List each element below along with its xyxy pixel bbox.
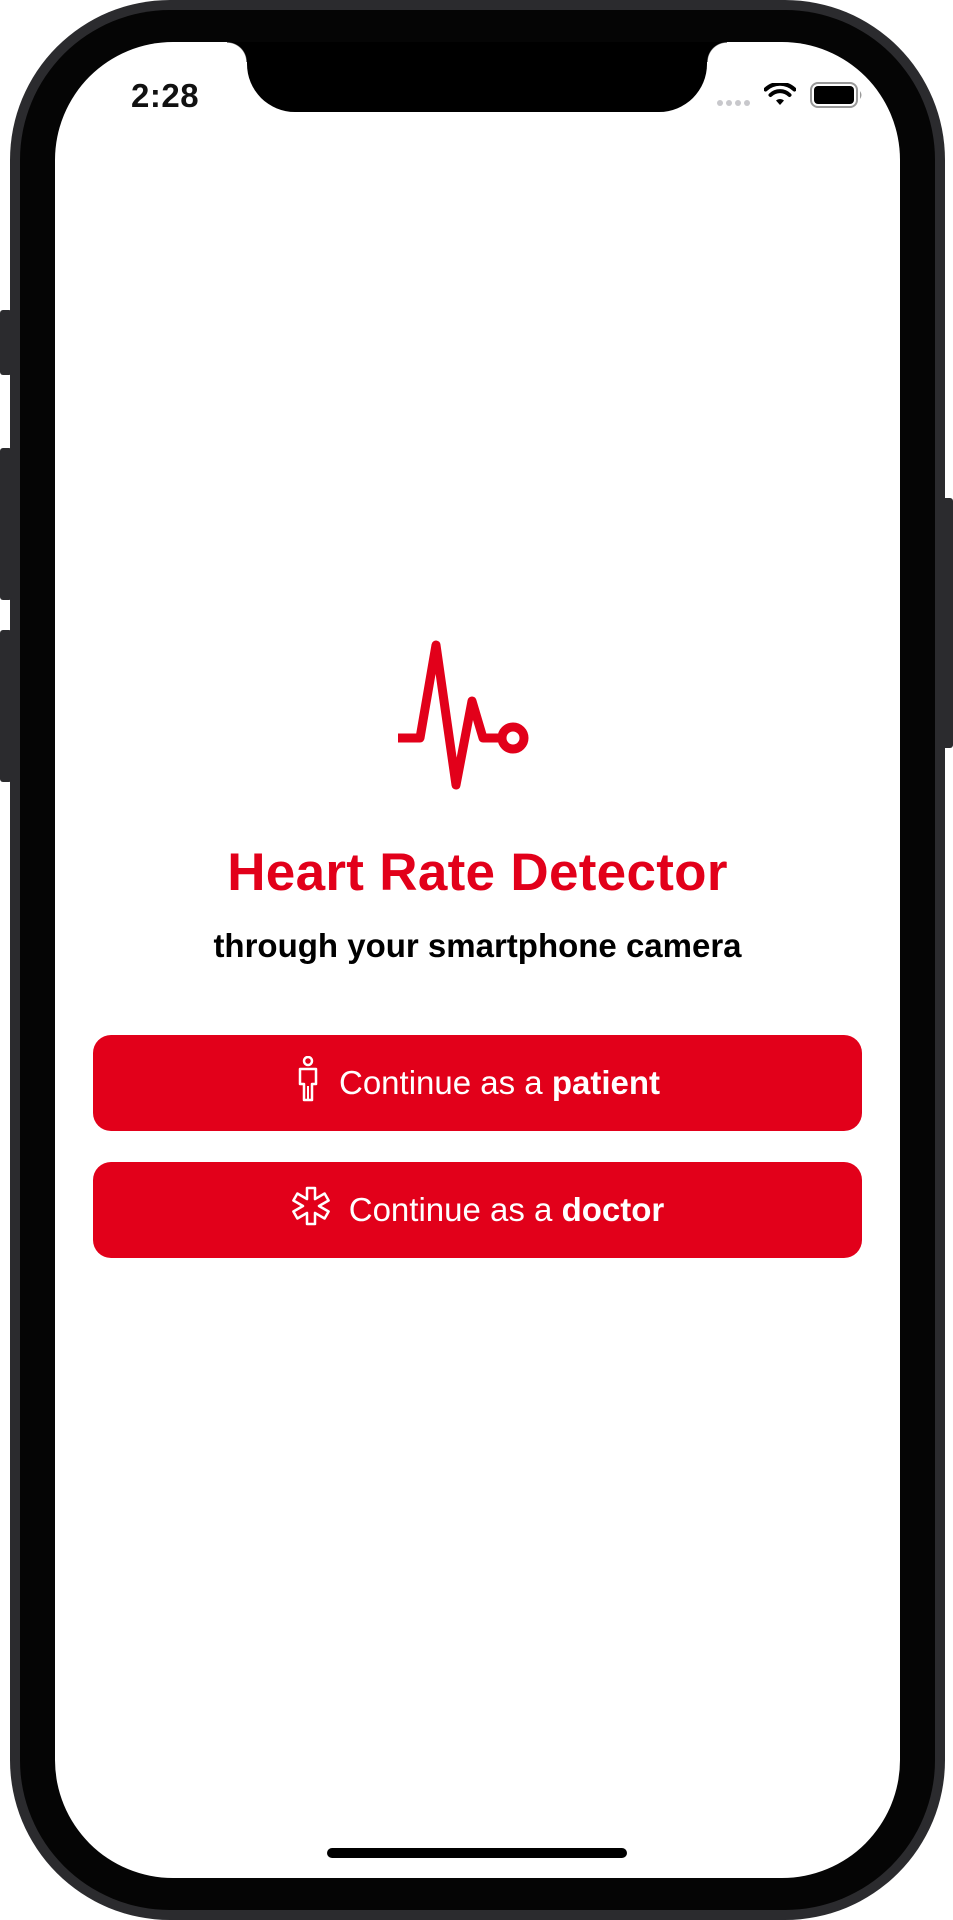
battery-icon — [810, 82, 864, 108]
patient-button-prefix: Continue as a — [339, 1064, 552, 1101]
phone-device: 2:28 Heart Rate Detector through your sm… — [0, 0, 953, 1920]
cellular-signal-icon — [717, 84, 750, 106]
app-screen: 2:28 Heart Rate Detector through your sm… — [55, 42, 900, 1878]
notch — [227, 42, 727, 112]
doctor-button-prefix: Continue as a — [348, 1191, 562, 1228]
continue-as-doctor-button[interactable]: Continue as a doctor — [93, 1162, 862, 1258]
doctor-button-label: Continue as a doctor — [349, 1191, 664, 1229]
home-indicator[interactable] — [327, 1848, 627, 1858]
doctor-button-emphasis: doctor — [561, 1191, 665, 1228]
heart-rate-pulse-icon — [393, 595, 558, 795]
status-icons — [717, 82, 864, 108]
volume-down-button — [0, 630, 12, 782]
volume-up-button — [0, 448, 12, 600]
status-time: 2:28 — [131, 77, 200, 114]
mute-switch — [0, 310, 12, 375]
wifi-icon — [764, 83, 796, 107]
power-button — [941, 498, 953, 748]
patient-button-label: Continue as a patient — [339, 1064, 660, 1102]
medical-star-icon — [291, 1186, 331, 1234]
patient-button-emphasis: patient — [551, 1064, 660, 1101]
app-title: Heart Rate Detector — [227, 843, 728, 902]
app-subtitle: through your smartphone camera — [213, 927, 742, 964]
person-icon — [295, 1055, 321, 1110]
continue-as-patient-button[interactable]: Continue as a patient — [93, 1035, 862, 1131]
